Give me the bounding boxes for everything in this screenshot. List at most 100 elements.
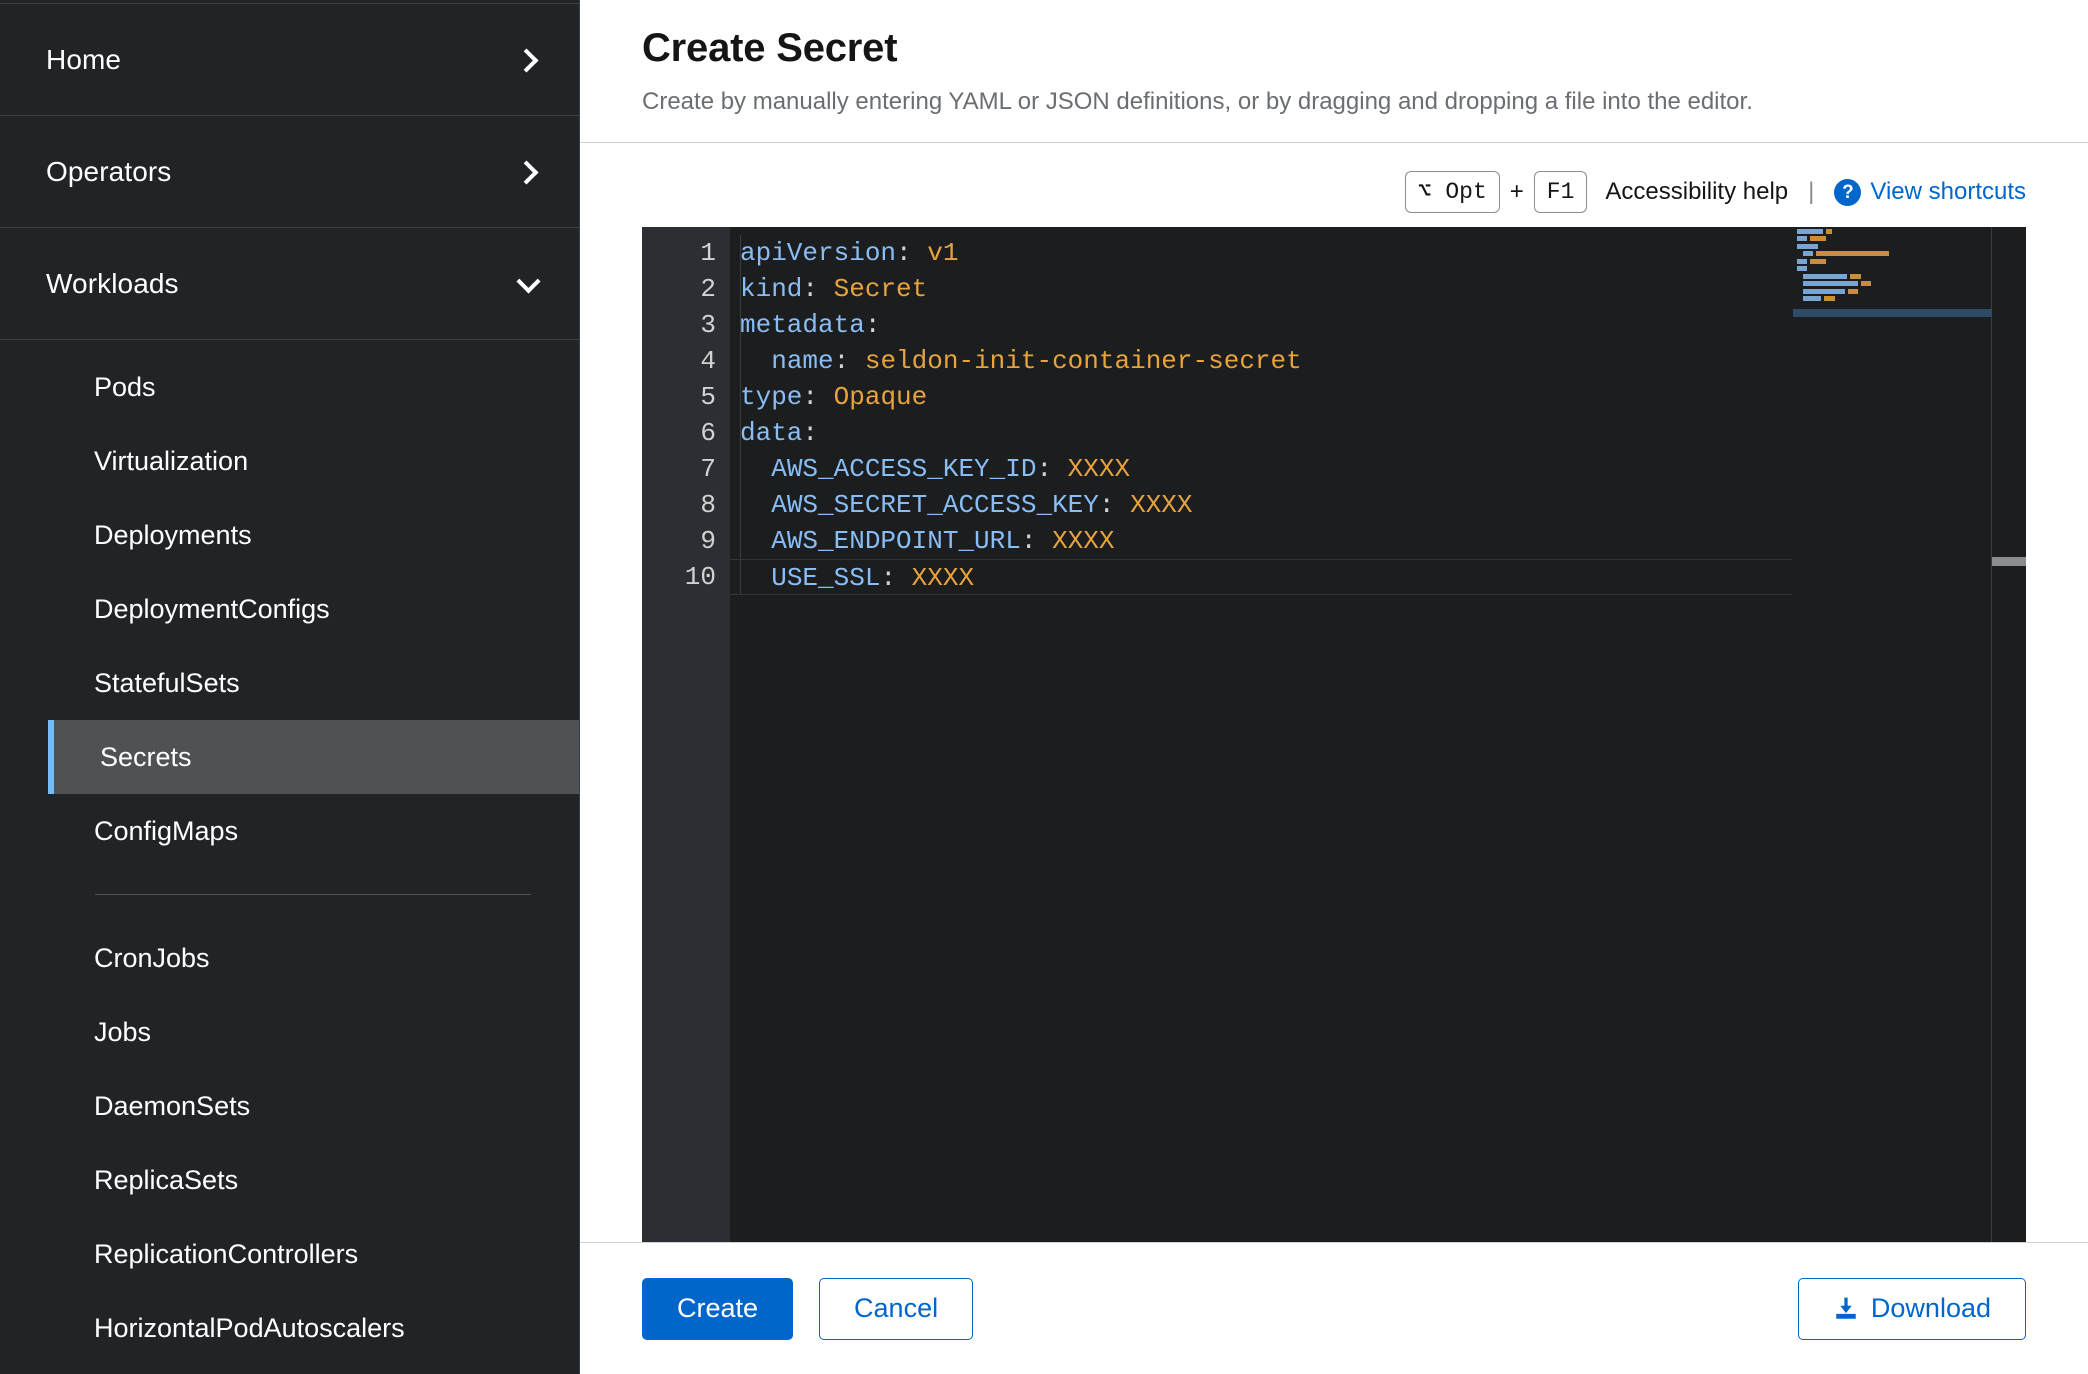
toolbar-separator: | — [1808, 178, 1814, 206]
download-icon — [1833, 1296, 1859, 1322]
line-number: 2 — [642, 271, 730, 307]
code-line[interactable]: kind: Secret — [730, 271, 1792, 307]
sidebar-item-statefulsets[interactable]: StatefulSets — [0, 646, 579, 720]
minimap-line — [1797, 266, 1992, 272]
yaml-colon: : — [865, 310, 881, 340]
minimap-line — [1797, 259, 1992, 265]
yaml-colon: : — [802, 274, 818, 304]
yaml-colon: : — [802, 382, 818, 412]
minimap-line — [1797, 296, 1992, 302]
yaml-value: XXXX — [1052, 454, 1130, 484]
sidebar-section-operators-label: Operators — [46, 156, 171, 188]
minimap-line — [1797, 281, 1992, 287]
line-number: 10 — [642, 559, 730, 595]
yaml-colon: : — [1021, 526, 1037, 556]
code-line[interactable]: metadata: — [730, 307, 1792, 343]
page-header: Create Secret Create by manually enterin… — [580, 0, 2088, 142]
sidebar-item-label: Deployments — [94, 520, 252, 551]
accessibility-toolbar: ⌥ Opt + F1 Accessibility help | ? View s… — [642, 143, 2026, 227]
minimap-line — [1797, 229, 1992, 235]
yaml-colon: : — [880, 563, 896, 593]
yaml-colon: : — [834, 346, 850, 376]
yaml-key: data — [740, 418, 802, 448]
line-number: 7 — [642, 451, 730, 487]
sidebar-divider — [95, 894, 531, 895]
minimap-line — [1797, 251, 1992, 257]
yaml-key: AWS_ACCESS_KEY_ID — [771, 454, 1036, 484]
minimap-line — [1797, 244, 1992, 250]
code-indent — [740, 454, 771, 484]
sidebar-item-deployments[interactable]: Deployments — [0, 498, 579, 572]
yaml-colon: : — [896, 238, 912, 268]
sidebar-section-operators[interactable]: Operators — [0, 116, 579, 228]
view-shortcuts-link[interactable]: ? View shortcuts — [1834, 178, 2026, 206]
download-button[interactable]: Download — [1798, 1278, 2026, 1340]
yaml-key: kind — [740, 274, 802, 304]
yaml-editor[interactable]: 12345678910 apiVersion: v1kind: Secretme… — [642, 227, 2026, 1242]
kbd-plus: + — [1510, 178, 1524, 206]
sidebar-item-replicasets[interactable]: ReplicaSets — [0, 1143, 579, 1217]
yaml-value: XXXX — [1114, 490, 1192, 520]
yaml-value: seldon-init-container-secret — [849, 346, 1301, 376]
sidebar-item-daemonsets[interactable]: DaemonSets — [0, 1069, 579, 1143]
editor-minimap[interactable] — [1792, 227, 1992, 1242]
sidebar-item-configmaps[interactable]: ConfigMaps — [0, 794, 579, 868]
sidebar-item-virtualization[interactable]: Virtualization — [0, 424, 579, 498]
sidebar-section-workloads[interactable]: Workloads — [0, 228, 579, 340]
scrollbar-thumb[interactable] — [1992, 557, 2026, 566]
yaml-colon: : — [1036, 454, 1052, 484]
workloads-submenu: Pods Virtualization Deployments Deployme… — [0, 340, 579, 1365]
app-root: Home Operators Workloads Pods Virtualiza… — [0, 0, 2088, 1374]
line-number: 8 — [642, 487, 730, 523]
editor-zone: ⌥ Opt + F1 Accessibility help | ? View s… — [580, 143, 2088, 1242]
sidebar-item-replicationcontrollers[interactable]: ReplicationControllers — [0, 1217, 579, 1291]
code-line[interactable]: AWS_ENDPOINT_URL: XXXX — [730, 523, 1792, 559]
sidebar-item-label: HorizontalPodAutoscalers — [94, 1313, 405, 1344]
sidebar-item-pods[interactable]: Pods — [0, 350, 579, 424]
primary-sidebar: Home Operators Workloads Pods Virtualiza… — [0, 0, 580, 1374]
editor-code-area[interactable]: apiVersion: v1kind: Secretmetadata: name… — [730, 227, 1792, 1242]
view-shortcuts-label: View shortcuts — [1870, 178, 2026, 206]
sidebar-section-home-label: Home — [46, 44, 121, 76]
code-line[interactable]: apiVersion: v1 — [730, 235, 1792, 271]
yaml-key: metadata — [740, 310, 865, 340]
sidebar-item-label: ReplicationControllers — [94, 1239, 358, 1270]
kbd-opt: ⌥ Opt — [1405, 171, 1500, 213]
yaml-value: XXXX — [896, 563, 974, 593]
yaml-key: name — [771, 346, 833, 376]
editor-line-numbers: 12345678910 — [642, 227, 730, 1242]
cancel-button[interactable]: Cancel — [819, 1278, 973, 1340]
sidebar-item-horizontalpodautoscalers[interactable]: HorizontalPodAutoscalers — [0, 1291, 579, 1365]
sidebar-section-home[interactable]: Home — [0, 4, 579, 116]
sidebar-item-deploymentconfigs[interactable]: DeploymentConfigs — [0, 572, 579, 646]
page-title: Create Secret — [642, 24, 2088, 72]
line-number: 4 — [642, 343, 730, 379]
sidebar-item-label: CronJobs — [94, 943, 210, 974]
editor-vertical-scrollbar[interactable] — [1992, 227, 2026, 1242]
sidebar-section-workloads-label: Workloads — [46, 268, 179, 300]
line-number: 1 — [642, 235, 730, 271]
code-line[interactable]: type: Opaque — [730, 379, 1792, 415]
yaml-colon: : — [1099, 490, 1115, 520]
create-button[interactable]: Create — [642, 1278, 793, 1340]
code-indent — [740, 526, 771, 556]
chevron-down-icon — [515, 271, 541, 297]
chevron-right-icon — [515, 159, 541, 185]
sidebar-item-cronjobs[interactable]: CronJobs — [0, 921, 579, 995]
code-line[interactable]: AWS_ACCESS_KEY_ID: XXXX — [730, 451, 1792, 487]
code-line[interactable]: data: — [730, 415, 1792, 451]
code-line[interactable]: USE_SSL: XXXX — [730, 559, 1792, 595]
yaml-value: Opaque — [818, 382, 927, 412]
code-line[interactable]: name: seldon-init-container-secret — [730, 343, 1792, 379]
sidebar-item-label: ReplicaSets — [94, 1165, 238, 1196]
minimap-line — [1797, 289, 1992, 295]
sidebar-item-label: Virtualization — [94, 446, 248, 477]
yaml-value: Secret — [818, 274, 927, 304]
sidebar-item-label: Jobs — [94, 1017, 151, 1048]
sidebar-item-jobs[interactable]: Jobs — [0, 995, 579, 1069]
code-indent — [740, 346, 771, 376]
sidebar-item-label: Secrets — [100, 742, 192, 773]
sidebar-item-secrets[interactable]: Secrets — [48, 720, 579, 794]
code-line[interactable]: AWS_SECRET_ACCESS_KEY: XXXX — [730, 487, 1792, 523]
line-number: 3 — [642, 307, 730, 343]
